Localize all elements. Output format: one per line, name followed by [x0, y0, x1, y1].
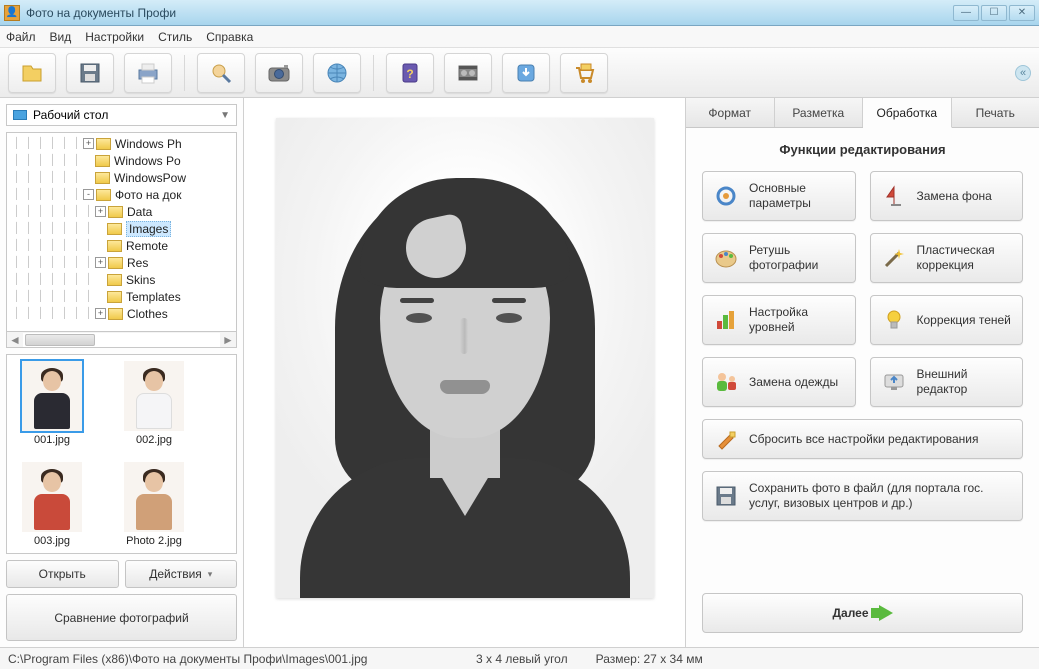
- status-size: Размер: 27 x 34 мм: [596, 652, 703, 666]
- menubar: Файл Вид Настройки Стиль Справка: [0, 26, 1039, 48]
- status-path: C:\Program Files (x86)\Фото на документы…: [8, 652, 448, 666]
- portrait-image: [276, 118, 654, 598]
- photo-preview: [276, 118, 654, 598]
- compare-photos-button[interactable]: Сравнение фотографий: [6, 594, 237, 641]
- camera-button[interactable]: [255, 53, 303, 93]
- tab-format[interactable]: Формат: [686, 98, 775, 127]
- arrow-right-icon: [879, 605, 893, 621]
- menu-help[interactable]: Справка: [206, 30, 253, 44]
- video-button[interactable]: [444, 53, 492, 93]
- panel-heading: Функции редактирования: [702, 142, 1023, 157]
- thumbnail[interactable]: 001.jpg: [13, 361, 91, 446]
- close-button[interactable]: ✕: [1009, 5, 1035, 21]
- reset-edits-button[interactable]: Сбросить все настройки редактирования: [702, 419, 1023, 459]
- tree-hscroll[interactable]: ◄ ►: [6, 332, 237, 348]
- toolbar: ? «: [0, 48, 1039, 98]
- actions-button[interactable]: Действия: [125, 560, 238, 588]
- maximize-button[interactable]: ☐: [981, 5, 1007, 21]
- tree-item[interactable]: │││││││Templates: [7, 288, 236, 305]
- tab-layout[interactable]: Разметка: [775, 98, 864, 127]
- next-button[interactable]: Далее: [702, 593, 1023, 633]
- tree-item[interactable]: │││││││Images: [7, 220, 236, 237]
- tree-item[interactable]: │││││││+Clothes: [7, 305, 236, 322]
- tree-item[interactable]: ││││││Windows Po: [7, 152, 236, 169]
- replace-bg-button[interactable]: Замена фона: [870, 171, 1024, 221]
- tree-item[interactable]: │││││││Skins: [7, 271, 236, 288]
- scroll-right-button[interactable]: ►: [220, 333, 236, 347]
- menu-settings[interactable]: Настройки: [85, 30, 144, 44]
- tree-item[interactable]: ││││││-Фото на док: [7, 186, 236, 203]
- thumbnails: 001.jpg 002.jpg 003.jpg Photo 2.jpg: [6, 354, 237, 554]
- shop-button[interactable]: [560, 53, 608, 93]
- save-to-file-button[interactable]: Сохранить фото в файл (для портала гос. …: [702, 471, 1023, 521]
- center-pane: [244, 98, 685, 647]
- tab-processing[interactable]: Обработка: [863, 98, 952, 128]
- gear-icon: [713, 183, 739, 209]
- tree-item[interactable]: │││││││Remote: [7, 237, 236, 254]
- palette-icon: [713, 245, 739, 271]
- desktop-icon: [13, 110, 27, 120]
- retouch-button[interactable]: Ретушь фотографии: [702, 233, 856, 283]
- lamp-icon: [881, 183, 907, 209]
- shadow-correction-button[interactable]: Коррекция теней: [870, 295, 1024, 345]
- print-button[interactable]: [124, 53, 172, 93]
- collapse-panel-button[interactable]: «: [1015, 65, 1031, 81]
- web-button[interactable]: [313, 53, 361, 93]
- tree-item[interactable]: ││││││+Windows Ph: [7, 135, 236, 152]
- save-button[interactable]: [66, 53, 114, 93]
- wand-icon: [881, 245, 907, 271]
- tabs: Формат Разметка Обработка Печать: [686, 98, 1039, 128]
- help-button[interactable]: ?: [386, 53, 434, 93]
- person-swap-icon: [713, 369, 739, 395]
- app-icon: 👤: [4, 5, 20, 21]
- brush-icon: [713, 426, 739, 452]
- folder-combo-label: Рабочий стол: [33, 108, 108, 122]
- plastic-correction-button[interactable]: Пластическая коррекция: [870, 233, 1024, 283]
- bulb-icon: [881, 307, 907, 333]
- replace-clothes-button[interactable]: Замена одежды: [702, 357, 856, 407]
- menu-view[interactable]: Вид: [50, 30, 72, 44]
- chevron-down-icon: ▼: [220, 110, 230, 121]
- open-file-button[interactable]: [8, 53, 56, 93]
- basic-params-button[interactable]: Основные параметры: [702, 171, 856, 221]
- bars-icon: [713, 307, 739, 333]
- thumbnail[interactable]: Photo 2.jpg: [115, 462, 193, 547]
- face-detect-button[interactable]: [197, 53, 245, 93]
- status-format: 3 x 4 левый угол: [476, 652, 568, 666]
- minimize-button[interactable]: —: [953, 5, 979, 21]
- tree-item[interactable]: │││││││+Data: [7, 203, 236, 220]
- scroll-left-button[interactable]: ◄: [7, 333, 23, 347]
- levels-button[interactable]: Настройка уровней: [702, 295, 856, 345]
- tab-print[interactable]: Печать: [952, 98, 1039, 127]
- tree-item[interactable]: ││││││WindowsPow: [7, 169, 236, 186]
- update-button[interactable]: [502, 53, 550, 93]
- left-pane: Рабочий стол ▼ ││││││+Windows Ph││││││Wi…: [0, 98, 244, 647]
- scroll-thumb[interactable]: [25, 334, 95, 346]
- thumbnail[interactable]: 003.jpg: [13, 462, 91, 547]
- floppy-icon: [713, 483, 739, 509]
- menu-style[interactable]: Стиль: [158, 30, 192, 44]
- open-button[interactable]: Открыть: [6, 560, 119, 588]
- menu-file[interactable]: Файл: [6, 30, 36, 44]
- tree-item[interactable]: │││││││+Res: [7, 254, 236, 271]
- statusbar: C:\Program Files (x86)\Фото на документы…: [0, 647, 1039, 669]
- thumbnail[interactable]: 002.jpg: [115, 361, 193, 446]
- titlebar: 👤 Фото на документы Профи — ☐ ✕: [0, 0, 1039, 26]
- folder-tree[interactable]: ││││││+Windows Ph││││││Windows Po││││││W…: [6, 132, 237, 332]
- right-pane: Формат Разметка Обработка Печать Функции…: [685, 98, 1039, 647]
- folder-combo[interactable]: Рабочий стол ▼: [6, 104, 237, 126]
- svg-text:?: ?: [406, 67, 413, 81]
- external-editor-button[interactable]: Внешний редактор: [870, 357, 1024, 407]
- window-title: Фото на документы Профи: [26, 6, 951, 20]
- monitor-icon: [881, 369, 907, 395]
